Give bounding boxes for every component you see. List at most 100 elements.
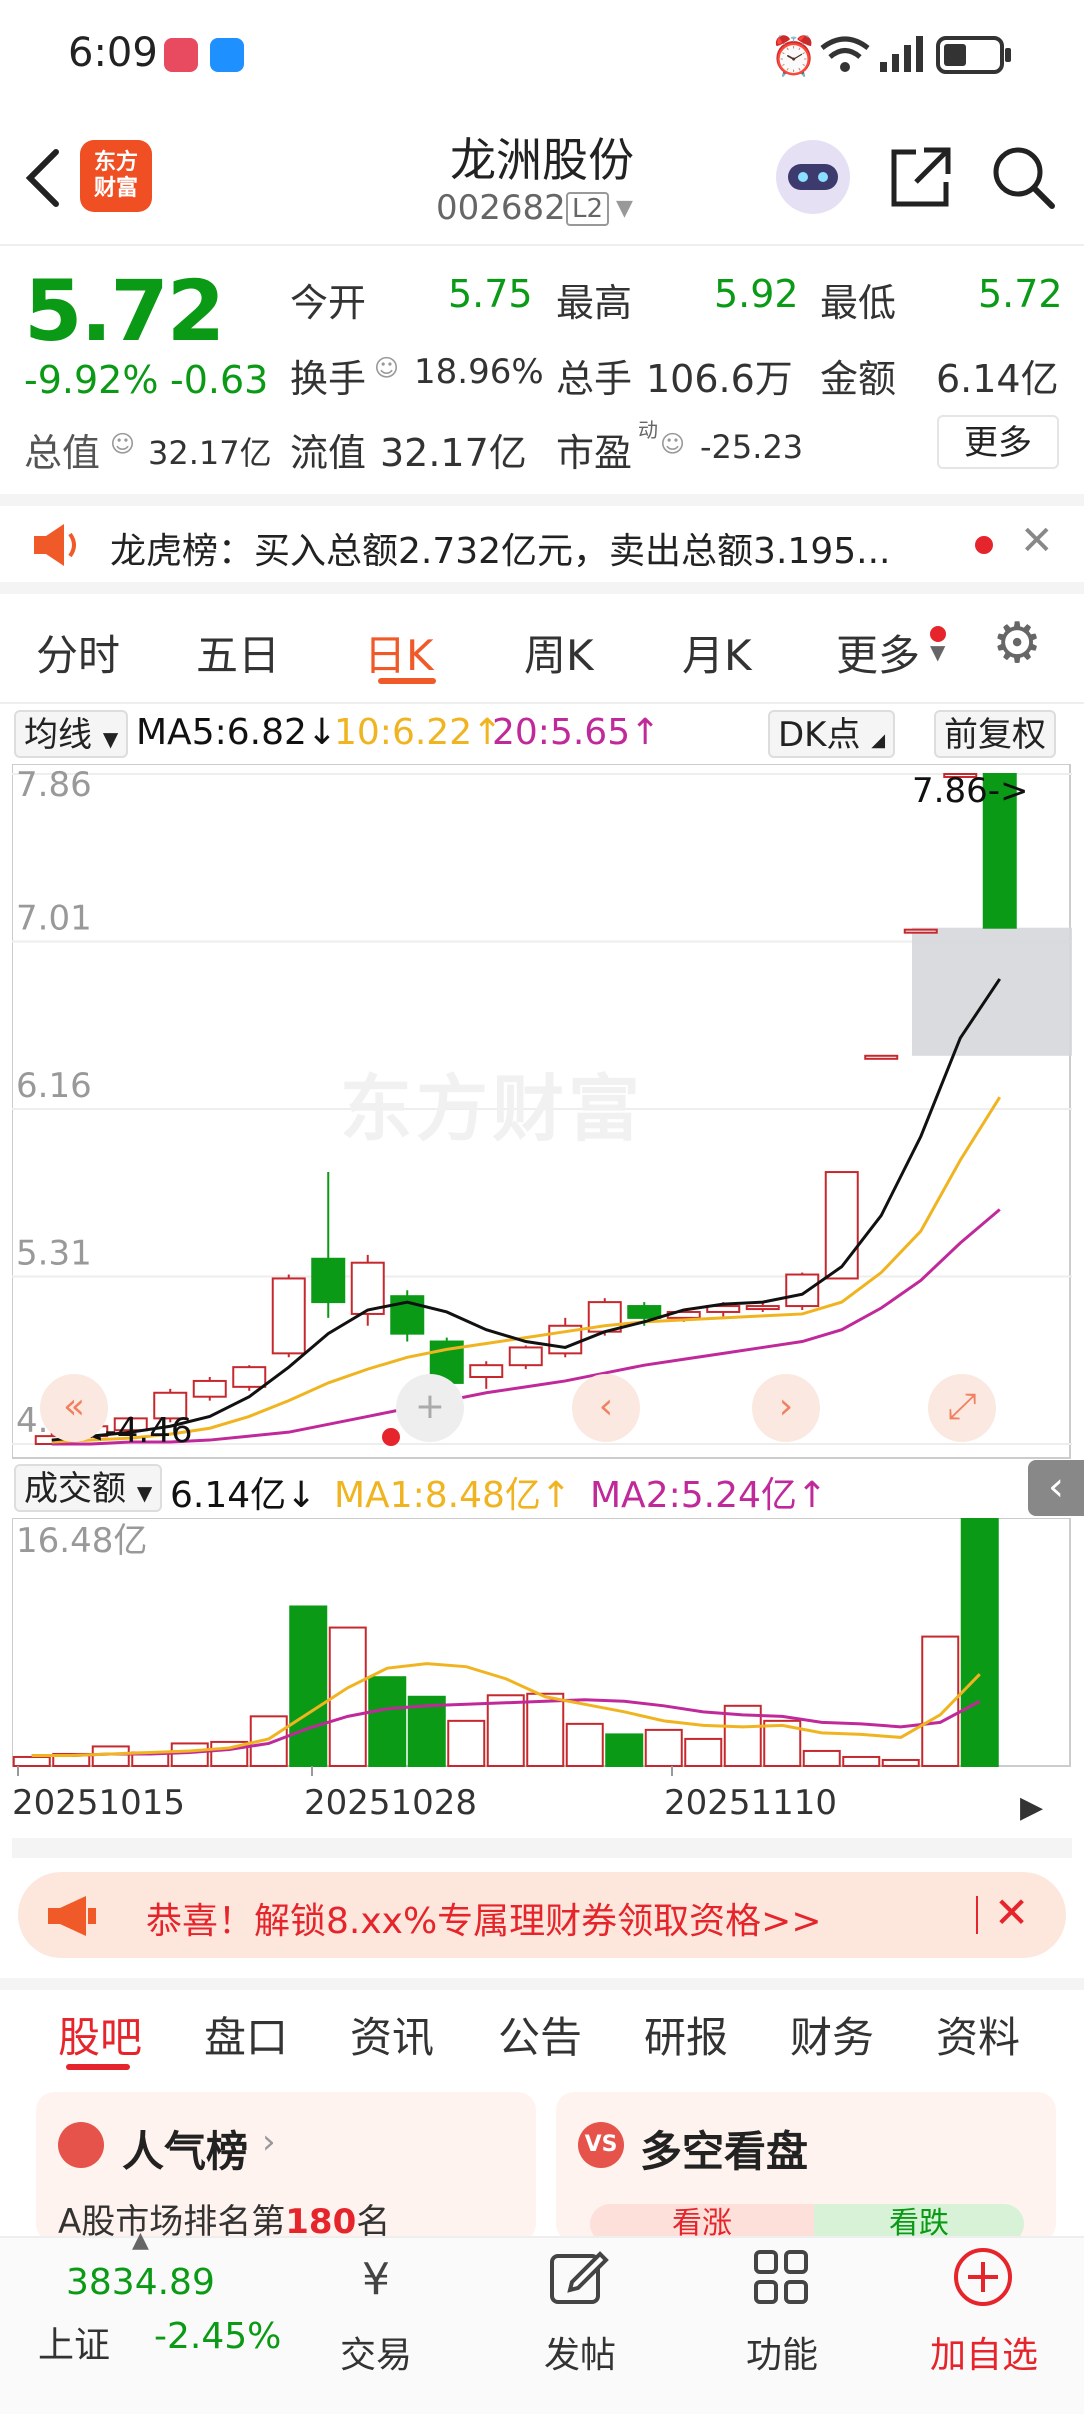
functions-label[interactable]: 功能 <box>712 2326 852 2378</box>
candle-body <box>824 1171 859 1280</box>
volume-bar <box>842 1755 881 1767</box>
open-label: 今开 <box>290 281 367 325</box>
tab-news[interactable]: 资讯 <box>350 2004 434 2065</box>
candle-body <box>232 1366 267 1388</box>
volume-bar <box>605 1733 644 1767</box>
scroll-left-fast-icon[interactable]: « <box>40 1374 108 1442</box>
robot-assistant-icon[interactable] <box>776 140 850 214</box>
ma-select[interactable]: 均线 ▼ <box>14 710 129 758</box>
chevron-down-icon[interactable]: ▼ <box>616 196 633 221</box>
turnover-info-icon[interactable]: ☺ <box>374 354 399 382</box>
amount-value: 6.14亿 <box>936 357 1059 401</box>
functions-icon[interactable] <box>752 2248 810 2306</box>
tab-daily-k[interactable]: 日K <box>364 622 434 683</box>
candle-body <box>864 1054 899 1060</box>
promo-text[interactable]: 恭喜！解锁8.xx%专属理财券领取资格>> <box>146 1892 822 1944</box>
change-percent: -9.92% <box>24 358 159 402</box>
index-value[interactable]: 3834.89 <box>66 2262 215 2303</box>
promo-close-icon[interactable]: ✕ <box>994 1888 1029 1937</box>
tab-research[interactable]: 研报 <box>644 2004 728 2065</box>
high-label: 最高 <box>556 281 633 325</box>
adjust-button[interactable]: 前复权 <box>934 710 1056 758</box>
pe-value: -25.23 <box>700 428 804 466</box>
post-label[interactable]: 发帖 <box>510 2326 650 2378</box>
turnover-label: 换手 <box>290 357 367 401</box>
prev-icon[interactable]: ‹ <box>572 1374 640 1442</box>
volume-bar <box>802 1749 841 1768</box>
low-value: 5.72 <box>978 272 1063 316</box>
add-watchlist-label[interactable]: 加自选 <box>914 2326 1054 2378</box>
volume-value-text: 6.14亿↓ <box>170 1475 317 1516</box>
candle-body <box>903 928 938 934</box>
open-value: 5.75 <box>448 272 533 316</box>
trade-icon[interactable]: ¥ <box>344 2250 408 2310</box>
mktcap-value: 32.17亿 <box>148 434 272 472</box>
close-icon[interactable]: ✕ <box>1020 518 1054 564</box>
tab-profile[interactable]: 资料 <box>936 2004 1020 2065</box>
volume-chart[interactable]: 16.48亿 20251015 20251028 20251110 <box>12 1518 1072 1858</box>
stock-code: 002682 <box>436 188 566 228</box>
tab-announcements[interactable]: 公告 <box>498 2004 582 2065</box>
level-badge[interactable]: L2 <box>566 192 610 226</box>
high-annotation: 7.86-> <box>912 771 1028 811</box>
volume-label: 总手 <box>556 357 633 401</box>
tab-intraday[interactable]: 分时 <box>36 622 120 683</box>
dk-button[interactable]: DK点 ◢ <box>768 710 896 758</box>
add-watchlist-icon[interactable] <box>952 2246 1014 2308</box>
pe-info-icon[interactable]: ☺ <box>660 430 685 458</box>
tab-five-day[interactable]: 五日 <box>196 622 280 683</box>
chart-bars-icon <box>58 2122 104 2168</box>
search-icon[interactable] <box>990 144 1056 210</box>
header-divider <box>0 244 1084 246</box>
weather-notification-icon <box>210 38 244 72</box>
ma20-text: 20:5.65↑ <box>492 712 661 753</box>
index-change[interactable]: -2.45% <box>154 2316 281 2357</box>
notice-text[interactable]: 龙虎榜：买入总额2.732亿元，卖出总额3.195... <box>110 522 890 574</box>
expand-icon[interactable]: ⤢ <box>928 1374 996 1442</box>
collapse-panel-icon[interactable]: ‹ <box>1028 1460 1084 1516</box>
volume-bar <box>960 1518 999 1767</box>
info-icon[interactable]: ☺ <box>110 430 135 458</box>
ma5-text: MA5:6.82↓ <box>136 712 338 753</box>
candle-body <box>508 1346 543 1367</box>
candle-body <box>271 1277 306 1355</box>
amount-label: 金额 <box>820 357 897 401</box>
caret-down-icon: ▼ <box>930 640 946 664</box>
more-button[interactable]: 更多 <box>937 415 1059 469</box>
tab-more[interactable]: 更多 <box>836 622 920 683</box>
trade-label[interactable]: 交易 <box>306 2326 446 2378</box>
scroll-right-icon[interactable]: ▶ <box>1020 1790 1043 1825</box>
index-name[interactable]: 上证 <box>38 2316 110 2368</box>
tab-monthly-k[interactable]: 月K <box>682 622 752 683</box>
tab-guba[interactable]: 股吧 <box>58 2004 142 2065</box>
active-tab-indicator <box>378 678 436 684</box>
x-axis-label: 20251015 <box>12 1783 185 1823</box>
volume-select-label: 成交额 <box>24 1469 126 1509</box>
battery-icon <box>936 36 1011 74</box>
low-label: 最低 <box>820 281 897 325</box>
tabs-divider <box>0 702 1084 704</box>
tab-pankou[interactable]: 盘口 <box>204 2004 288 2065</box>
current-price: 5.72 <box>24 262 225 360</box>
tab-weekly-k[interactable]: 周K <box>524 622 594 683</box>
unread-dot <box>975 536 993 554</box>
y-axis-label: 7.01 <box>16 899 92 939</box>
event-dot[interactable] <box>382 1428 400 1446</box>
volume-bar <box>12 1755 51 1767</box>
volume-bar <box>368 1676 407 1767</box>
volume-bar <box>486 1694 525 1768</box>
share-icon[interactable] <box>888 144 954 210</box>
post-icon[interactable] <box>548 2246 610 2308</box>
volume-bar <box>170 1742 209 1767</box>
next-icon[interactable]: › <box>752 1374 820 1442</box>
tab-finance[interactable]: 财务 <box>790 2004 874 2065</box>
app-notification-icon <box>164 38 198 72</box>
y-axis-label: 7.86 <box>16 765 92 805</box>
popularity-title: 人气榜 <box>122 2127 249 2176</box>
candle-body <box>192 1379 227 1398</box>
crosshair-icon[interactable]: + <box>396 1374 464 1442</box>
alarm-icon: ⏰ <box>770 34 818 78</box>
volume-select[interactable]: 成交额 ▼ <box>14 1464 163 1512</box>
settings-icon[interactable]: ⚙ <box>992 616 1042 672</box>
watermark: 东方财富 <box>340 1067 645 1151</box>
